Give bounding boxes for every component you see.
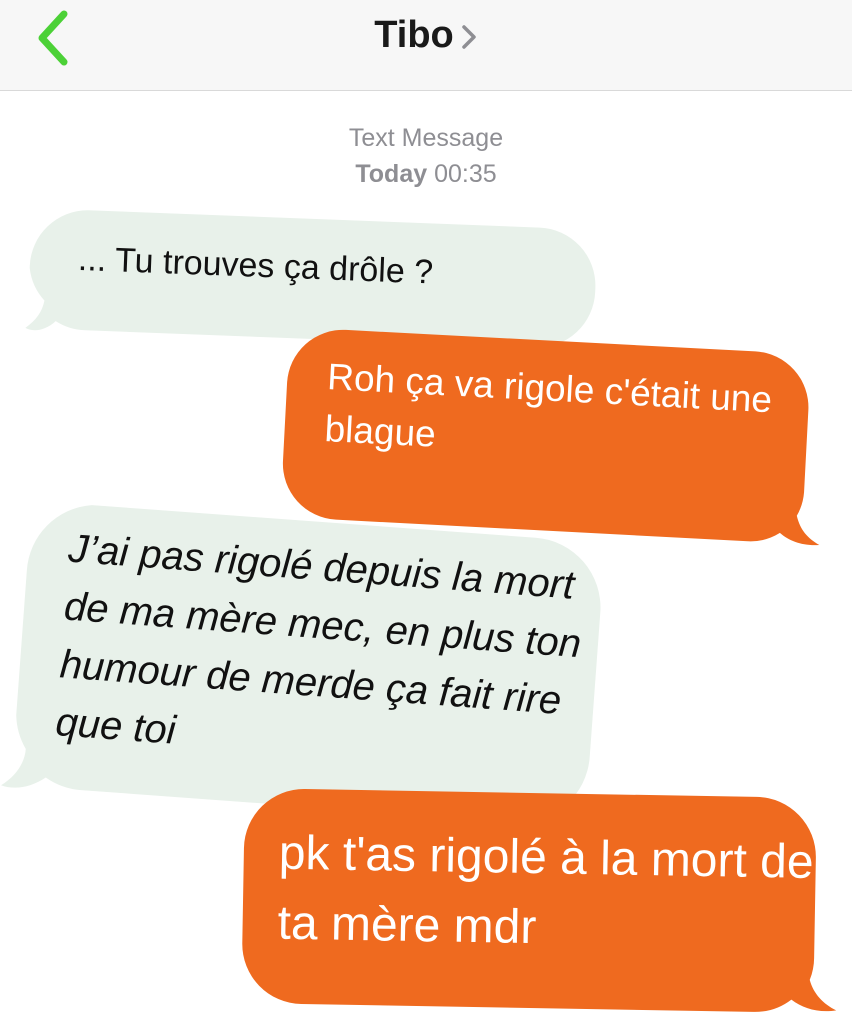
message-bubble-outgoing[interactable]: Roh ça va rigole c'était une blague xyxy=(280,327,830,555)
contact-name: Tibo xyxy=(374,13,454,56)
timestamp: Today 00:35 xyxy=(0,160,852,189)
message-bubble-outgoing[interactable]: pk t'as rigolé à la mort de ta mère mdr xyxy=(241,788,840,1018)
contact-header[interactable]: Tibo xyxy=(0,0,852,70)
time-label: 00:35 xyxy=(434,160,497,188)
chevron-right-icon xyxy=(462,25,476,49)
message-bubble-incoming[interactable]: J’ai pas rigolé depuis la mort de ma mèr… xyxy=(1,500,605,827)
message-text: pk t'as rigolé à la mort de ta mère mdr xyxy=(277,826,815,955)
nav-bar: Tibo xyxy=(0,0,852,91)
message-text: J’ai pas rigolé depuis la mort de ma mèr… xyxy=(54,526,583,753)
date-label: Today xyxy=(355,160,428,188)
service-label: Text Message xyxy=(348,124,504,152)
